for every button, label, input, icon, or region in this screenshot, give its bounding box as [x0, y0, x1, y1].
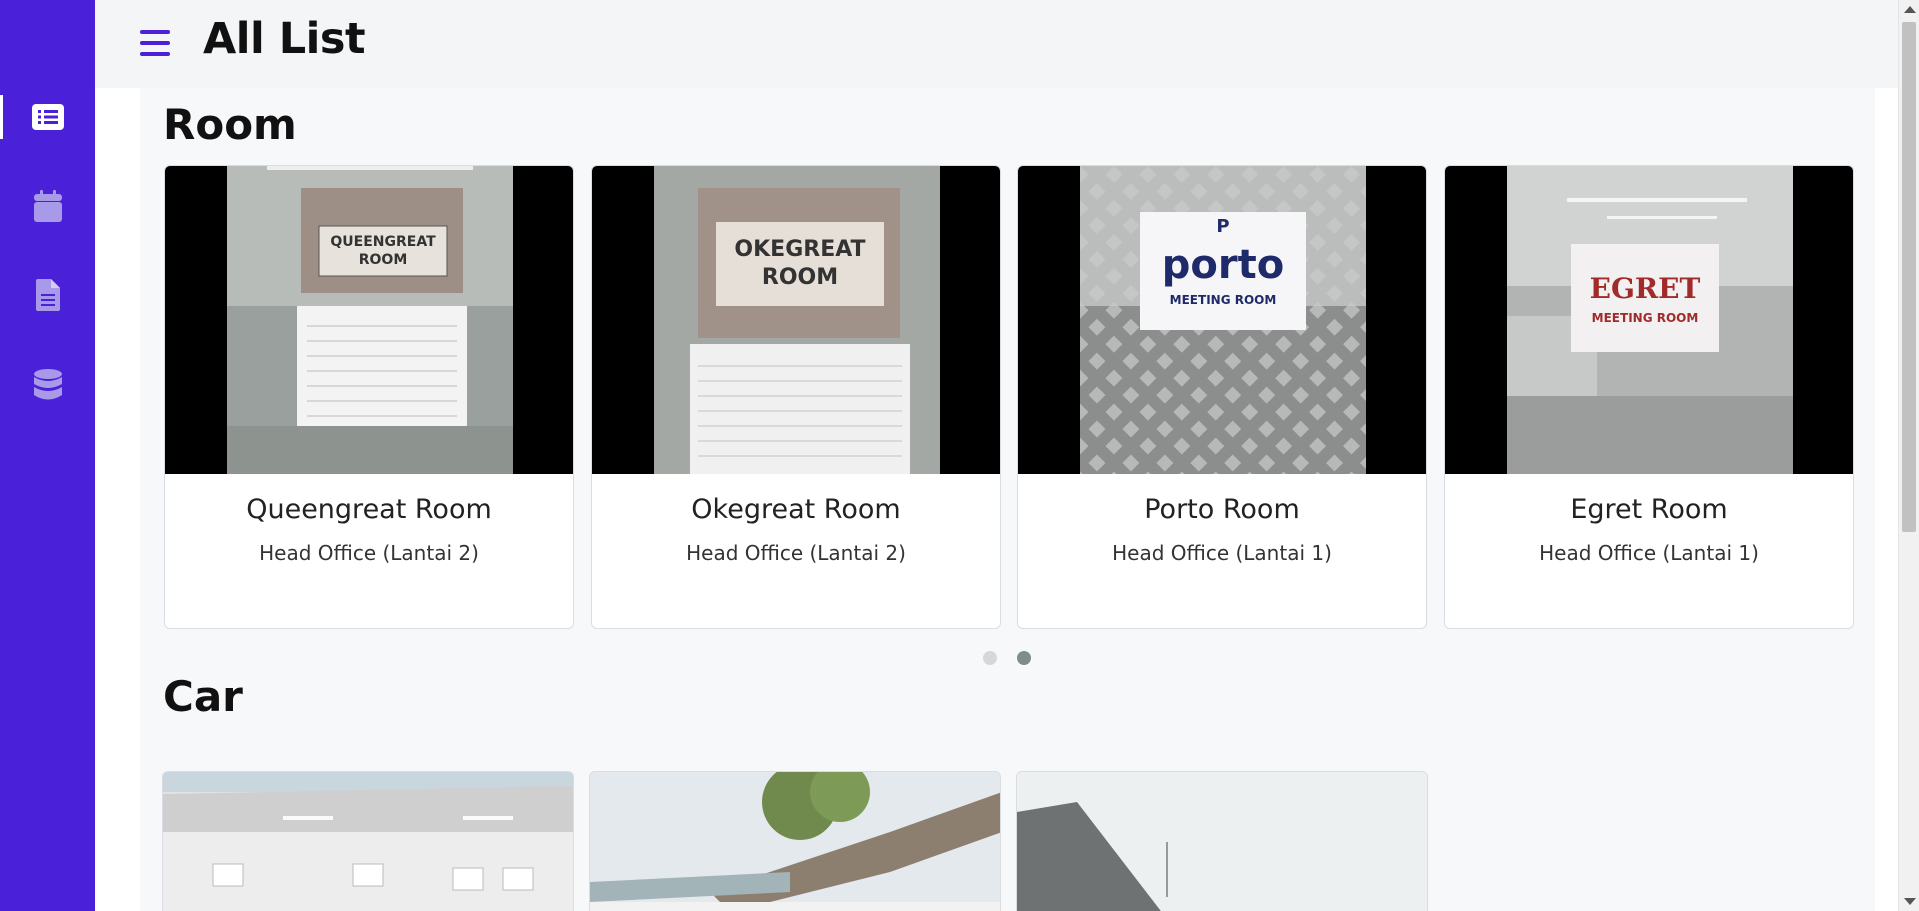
room-photo: OKEGREAT ROOM — [592, 166, 1000, 474]
room-photo: P porto MEETING ROOM — [1018, 166, 1426, 474]
car-photo — [1017, 772, 1427, 911]
sidebar-item-list[interactable] — [0, 92, 95, 142]
svg-text:OKEGREAT: OKEGREAT — [734, 237, 865, 262]
room-name: Egret Room — [1570, 494, 1728, 525]
car-photo — [163, 772, 573, 911]
svg-text:ROOM: ROOM — [359, 252, 408, 268]
svg-text:MEETING ROOM: MEETING ROOM — [1170, 293, 1277, 307]
room-location: Head Office (Lantai 1) — [1539, 541, 1759, 565]
hamburger-line — [140, 30, 170, 34]
sidebar-item-database[interactable] — [0, 360, 95, 410]
scroll-down-arrow-icon[interactable] — [1904, 898, 1916, 905]
room-photo: EGRET MEETING ROOM — [1445, 166, 1853, 474]
list-icon — [31, 104, 64, 130]
svg-text:P: P — [1216, 216, 1229, 237]
sidebar-item-calendar[interactable] — [0, 181, 95, 231]
room-card[interactable]: P porto MEETING ROOM Porto Room Head Off… — [1017, 165, 1427, 629]
scroll-thumb[interactable] — [1902, 22, 1916, 532]
carousel-dot-2[interactable] — [1017, 651, 1031, 665]
room-card[interactable]: EGRET MEETING ROOM Egret Room Head Offic… — [1444, 165, 1854, 629]
room-location: Head Office (Lantai 1) — [1112, 541, 1332, 565]
sidebar-item-document[interactable] — [0, 270, 95, 320]
scroll-up-arrow-icon[interactable] — [1904, 6, 1916, 13]
header: All List — [95, 0, 1898, 88]
room-card[interactable]: QUEENGREAT ROOM Queengreat Room Head Off… — [164, 165, 574, 629]
svg-text:QUEENGREAT: QUEENGREAT — [330, 234, 436, 250]
sidebar — [0, 0, 95, 911]
calendar-icon — [33, 190, 62, 222]
room-name: Porto Room — [1144, 494, 1300, 525]
room-location: Head Office (Lantai 2) — [259, 541, 479, 565]
carousel-dot-1[interactable] — [983, 651, 997, 665]
room-name: Queengreat Room — [246, 494, 492, 525]
svg-text:ROOM: ROOM — [762, 265, 838, 290]
main-content: Room QUEENGREAT ROOM Queengreat Room Hea… — [140, 88, 1875, 911]
room-location: Head Office (Lantai 2) — [686, 541, 906, 565]
hamburger-line — [140, 41, 170, 45]
room-name: Okegreat Room — [691, 494, 901, 525]
svg-text:porto: porto — [1162, 242, 1284, 288]
page-scrollbar[interactable] — [1898, 0, 1919, 911]
car-card[interactable] — [589, 771, 1001, 911]
menu-toggle-button[interactable] — [140, 28, 170, 58]
database-icon — [33, 369, 62, 400]
car-section-title: Car — [163, 672, 243, 721]
svg-text:MEETING ROOM: MEETING ROOM — [1592, 311, 1699, 325]
hamburger-line — [140, 52, 170, 56]
page-title: All List — [203, 14, 366, 64]
car-photo — [590, 772, 1000, 911]
document-icon — [35, 279, 60, 311]
car-card[interactable] — [1016, 771, 1428, 911]
room-section-title: Room — [163, 100, 297, 149]
room-card[interactable]: OKEGREAT ROOM Okegreat Room Head Office … — [591, 165, 1001, 629]
svg-text:EGRET: EGRET — [1590, 272, 1701, 305]
carousel-indicators — [983, 651, 1031, 665]
car-card[interactable] — [162, 771, 574, 911]
room-photo: QUEENGREAT ROOM — [165, 166, 573, 474]
